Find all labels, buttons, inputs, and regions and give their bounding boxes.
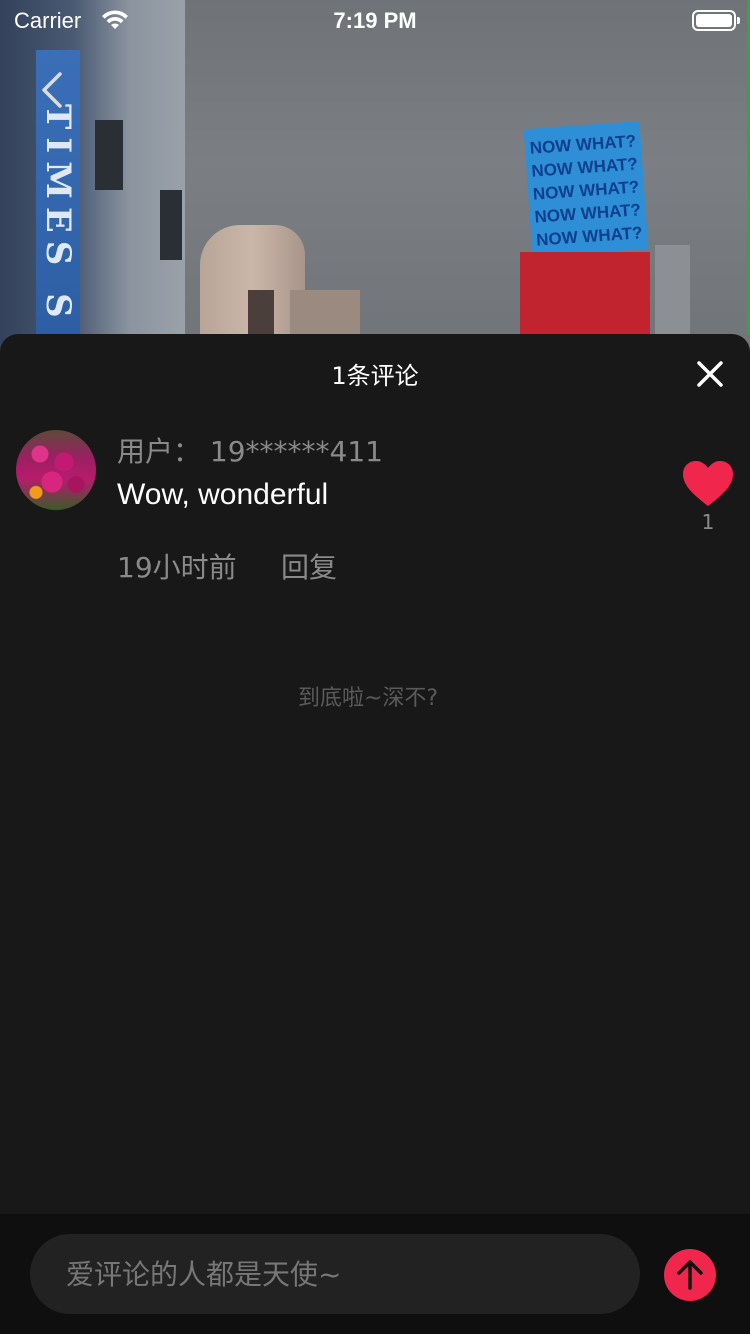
sheet-title: 1条评论 <box>331 362 419 390</box>
comment-sheet: 1条评论 用户： 19******411 Wow, wonderful 19小时… <box>0 334 750 1334</box>
building-left <box>0 0 185 360</box>
close-icon[interactable] <box>696 360 724 388</box>
avatar[interactable] <box>16 430 96 510</box>
comment-item: 用户： 19******411 Wow, wonderful 19小时前 回复 … <box>0 430 750 600</box>
heart-icon <box>683 461 733 506</box>
battery-icon <box>692 10 740 31</box>
arrow-up-icon <box>677 1260 703 1290</box>
back-chevron-icon[interactable] <box>36 72 72 108</box>
reply-button[interactable]: 回复 <box>281 546 337 586</box>
like-count: 1 <box>701 510 715 534</box>
billboard-blue: NOW WHAT? NOW WHAT? NOW WHAT? NOW WHAT? … <box>523 121 649 257</box>
comment-input[interactable] <box>30 1234 640 1314</box>
building-window <box>160 190 182 260</box>
like-button[interactable]: 1 <box>680 460 736 550</box>
status-bar: Carrier 7:19 PM <box>0 0 750 40</box>
comment-text: Wow, wonderful <box>117 478 329 511</box>
building-window <box>95 120 123 190</box>
comment-timestamp: 19小时前 <box>117 551 237 584</box>
clock: 7:19 PM <box>333 8 417 33</box>
send-button[interactable] <box>664 1249 716 1301</box>
end-of-list-hint: 到底啦~深不? <box>297 686 439 711</box>
comment-input-bar <box>0 1214 750 1334</box>
video-background: TIMES S NOW WHAT? NOW WHAT? NOW WHAT? NO… <box>0 0 750 360</box>
comment-username: 用户： 19******411 <box>117 435 383 468</box>
